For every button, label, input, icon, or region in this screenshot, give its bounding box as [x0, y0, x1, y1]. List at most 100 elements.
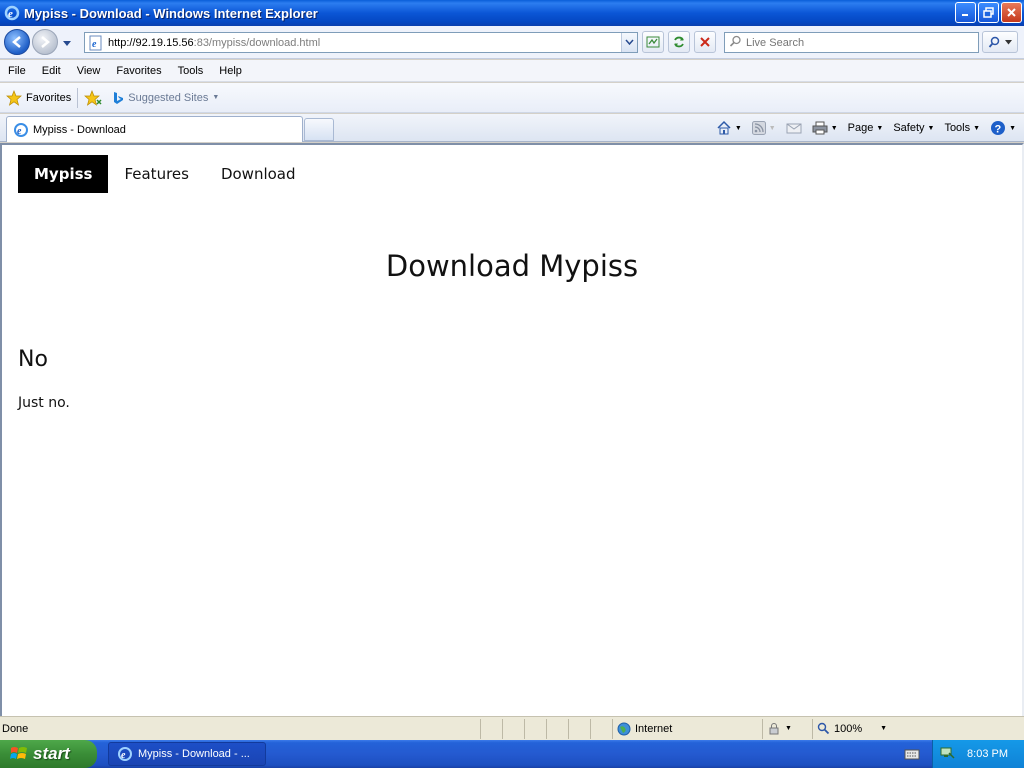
help-menu-button[interactable]: ? ▼	[988, 120, 1018, 136]
search-go-button[interactable]	[982, 31, 1018, 53]
suggested-sites-label: Suggested Sites	[128, 91, 209, 104]
tab-label: Mypiss - Download	[33, 123, 126, 136]
minimize-button[interactable]	[955, 2, 976, 23]
favorites-button[interactable]: Favorites	[6, 89, 71, 106]
start-button[interactable]: start	[0, 740, 97, 768]
section-heading: No	[18, 347, 48, 372]
status-text: Done	[2, 722, 29, 735]
tools-menu-label: Tools	[944, 122, 971, 134]
command-bar: ▼ ▼ ▼ Page ▼ Safety ▼ Tools ▼ ? ▼	[714, 117, 1018, 139]
page-icon: e	[88, 35, 104, 51]
site-nav-home[interactable]: Mypiss	[18, 155, 109, 193]
ie-logo-icon: e	[4, 5, 20, 21]
section-text: Just no.	[18, 395, 70, 411]
help-icon: ?	[991, 121, 1006, 136]
site-nav-download[interactable]: Download	[205, 155, 312, 193]
menu-edit[interactable]: Edit	[34, 65, 69, 77]
tab-mypiss-download[interactable]: e Mypiss - Download	[6, 116, 303, 142]
stop-icon	[700, 37, 710, 47]
protected-mode-button[interactable]: ▼	[762, 718, 812, 739]
suggested-sites-button[interactable]: Suggested Sites ▼	[112, 91, 219, 105]
menu-favorites[interactable]: Favorites	[108, 65, 169, 77]
refresh-button[interactable]	[668, 31, 690, 53]
recent-pages-dropdown[interactable]	[62, 38, 72, 51]
status-pane	[568, 718, 590, 739]
status-bar: Done Internet ▼ 100% ▼	[0, 716, 1024, 740]
svg-text:e: e	[92, 39, 97, 50]
new-tab-button[interactable]	[304, 118, 334, 141]
back-button[interactable]	[4, 29, 30, 55]
status-pane	[480, 718, 502, 739]
home-button[interactable]: ▼	[714, 120, 744, 136]
clock[interactable]: 8:03 PM	[967, 748, 1008, 760]
network-icon[interactable]	[939, 745, 955, 764]
keyboard-icon[interactable]	[904, 747, 920, 764]
menu-file[interactable]: File	[0, 65, 34, 77]
title-bar: e Mypiss - Download - Windows Internet E…	[0, 0, 1024, 26]
back-arrow-icon	[12, 36, 21, 48]
zoom-level: 100%	[834, 722, 863, 735]
chevron-down-icon	[625, 39, 634, 46]
tools-menu-button[interactable]: Tools ▼	[942, 122, 982, 134]
forward-button[interactable]	[32, 29, 58, 55]
url-host: http://92.19.15.56	[108, 36, 194, 49]
windows-logo-icon	[10, 747, 27, 759]
url-path: :83/mypiss/download.html	[193, 36, 321, 49]
menu-tools[interactable]: Tools	[170, 65, 212, 77]
security-zone[interactable]: Internet	[612, 718, 762, 739]
menu-help[interactable]: Help	[211, 65, 250, 77]
bing-icon	[114, 91, 124, 104]
chevron-down-icon: ▼	[734, 124, 742, 132]
page-menu-label: Page	[847, 122, 874, 134]
chevron-down-icon: ▼	[1009, 124, 1016, 132]
start-label: start	[33, 744, 70, 763]
safety-menu-button[interactable]: Safety ▼	[891, 122, 936, 134]
taskbar: start e Mypiss - Download - ... 8:03 PM	[0, 740, 1024, 768]
printer-icon	[812, 121, 828, 135]
zoom-icon	[817, 722, 830, 735]
chevron-down-icon: ▼	[768, 124, 776, 132]
add-to-favorites-bar-button[interactable]	[84, 89, 102, 106]
ie-logo-icon: e	[118, 747, 132, 761]
magnifier-icon	[988, 36, 1000, 48]
menu-view[interactable]: View	[69, 65, 109, 77]
address-url[interactable]: http://92.19.15.56:83/mypiss/download.ht…	[108, 37, 621, 49]
globe-icon	[617, 722, 631, 735]
address-dropdown-button[interactable]	[621, 33, 637, 52]
home-icon	[717, 120, 731, 135]
window-title: Mypiss - Download - Windows Internet Exp…	[24, 5, 318, 21]
ie-page-icon: e	[14, 122, 28, 137]
page-menu-button[interactable]: Page ▼	[846, 122, 886, 134]
compatibility-view-button[interactable]	[642, 31, 664, 53]
svg-text:?: ?	[995, 124, 1002, 136]
close-button[interactable]	[1001, 2, 1022, 23]
system-tray: 8:03 PM	[932, 740, 1024, 768]
print-button[interactable]: ▼	[810, 120, 840, 136]
search-field[interactable]	[724, 32, 979, 53]
chevron-down-icon: ▼	[973, 124, 981, 132]
stop-button[interactable]	[694, 31, 716, 53]
chevron-down-icon: ▼	[927, 124, 935, 132]
svg-text:e: e	[17, 126, 22, 137]
page-content: Mypiss Features Download Download Mypiss…	[0, 143, 1024, 716]
address-field[interactable]: e http://92.19.15.56:83/mypiss/download.…	[84, 32, 638, 53]
taskbar-item-ie[interactable]: e Mypiss - Download - ...	[108, 742, 266, 766]
menu-bar: File Edit View Favorites Tools Help	[0, 60, 1024, 82]
search-icon	[729, 35, 742, 51]
feeds-button[interactable]: ▼	[750, 121, 778, 135]
rss-feed-icon	[751, 121, 766, 135]
taskbar-item-label: Mypiss - Download - ...	[138, 748, 250, 760]
chevron-down-icon	[1005, 39, 1012, 44]
lock-icon	[769, 722, 779, 734]
read-mail-button[interactable]	[784, 121, 804, 135]
mail-icon	[786, 123, 802, 134]
page-title: Download Mypiss	[385, 249, 639, 283]
restore-button[interactable]	[978, 2, 999, 23]
chevron-down-icon: ▼	[212, 94, 220, 101]
favorites-star-icon	[6, 89, 22, 106]
status-pane	[524, 718, 546, 739]
search-input[interactable]	[746, 36, 966, 49]
favorites-bar: Favorites Suggested Sites ▼	[0, 83, 1024, 113]
zoom-control[interactable]: 100% ▼	[812, 718, 900, 739]
site-nav-features[interactable]: Features	[108, 155, 205, 193]
